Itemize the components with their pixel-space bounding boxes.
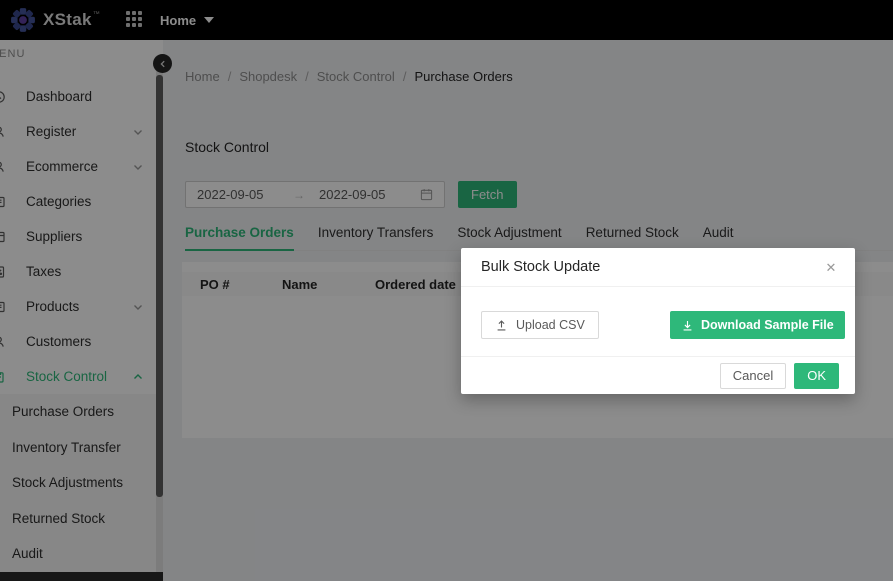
upload-icon bbox=[495, 319, 508, 332]
modal-title: Bulk Stock Update bbox=[481, 259, 600, 275]
ok-button[interactable]: OK bbox=[794, 363, 839, 389]
modal-header: Bulk Stock Update bbox=[461, 248, 855, 287]
close-icon[interactable]: ✕ bbox=[821, 258, 841, 278]
modal-body: Upload CSV Download Sample File bbox=[461, 287, 855, 356]
download-icon bbox=[681, 319, 694, 332]
upload-csv-button[interactable]: Upload CSV bbox=[481, 311, 599, 339]
download-sample-file-button[interactable]: Download Sample File bbox=[670, 311, 845, 339]
upload-csv-label: Upload CSV bbox=[516, 318, 585, 332]
modal-footer: Cancel OK bbox=[461, 356, 855, 394]
download-sample-file-label: Download Sample File bbox=[701, 318, 834, 332]
cancel-button[interactable]: Cancel bbox=[720, 363, 786, 389]
bulk-stock-update-modal: Bulk Stock Update ✕ Upload CSV Download … bbox=[461, 248, 855, 394]
